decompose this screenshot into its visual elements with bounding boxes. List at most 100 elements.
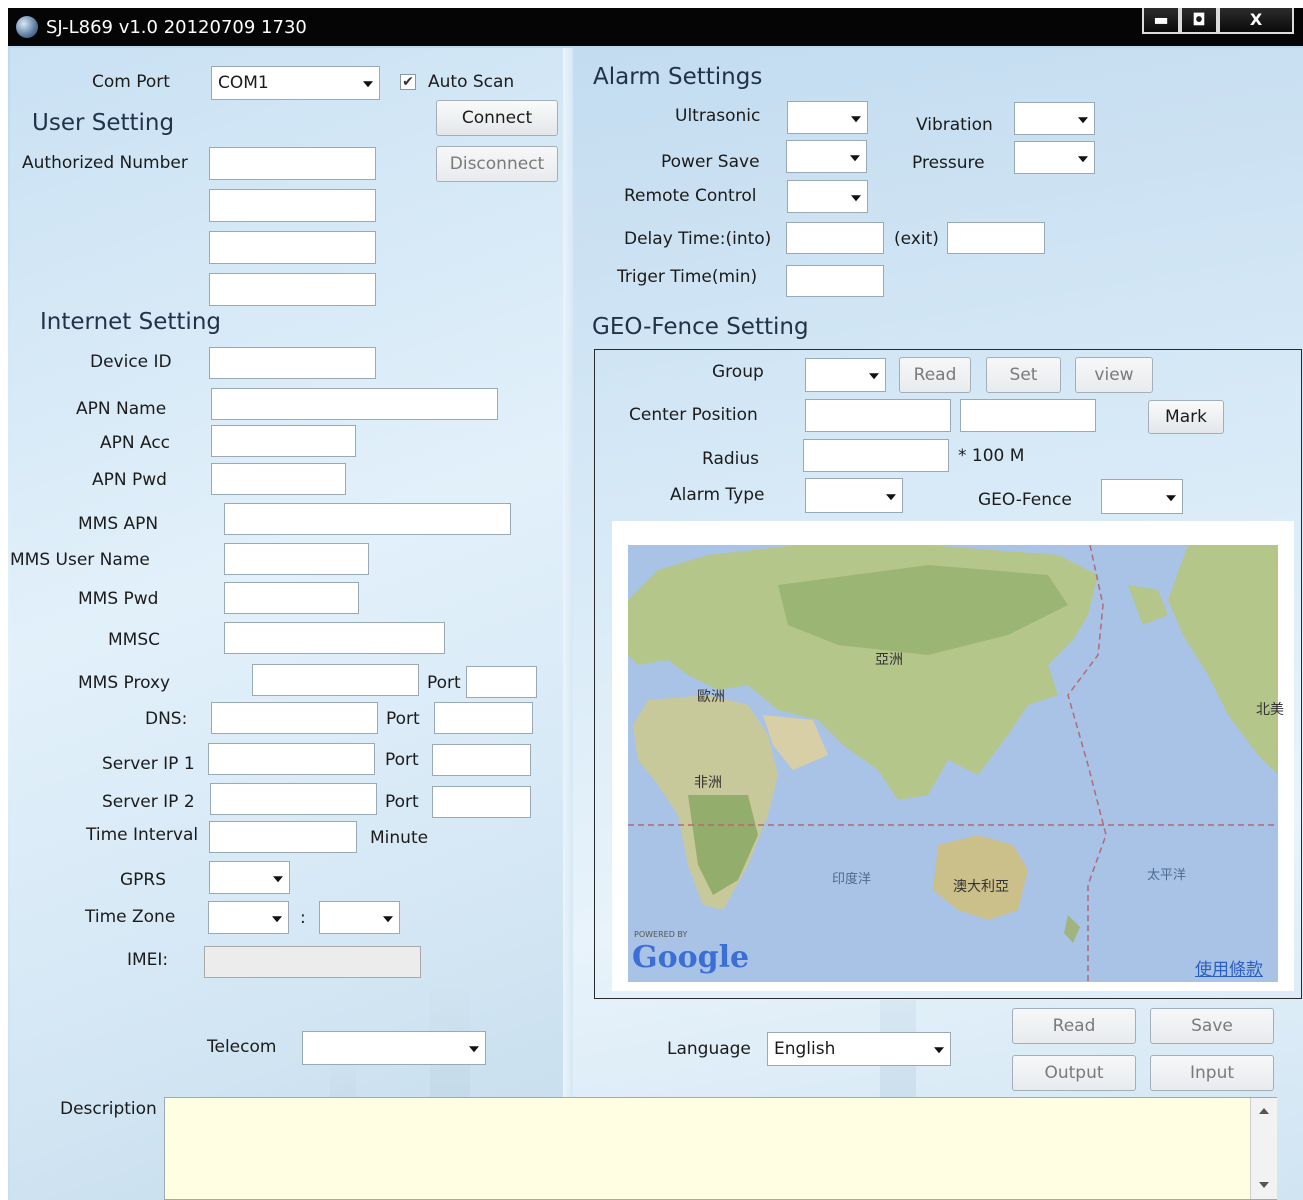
minimize-button[interactable]: ▬ xyxy=(1142,8,1180,34)
time-zone-hour-select[interactable] xyxy=(208,901,289,934)
chevron-down-icon xyxy=(869,373,879,380)
geo-fence-label: GEO-Fence xyxy=(978,490,1072,510)
chevron-down-icon xyxy=(469,1046,479,1053)
connect-button[interactable]: Connect xyxy=(436,100,558,136)
remote-control-label: Remote Control xyxy=(624,186,757,206)
scroll-down-icon[interactable] xyxy=(1259,1182,1269,1188)
com-port-select[interactable]: COM1 xyxy=(211,66,380,100)
chevron-down-icon xyxy=(851,194,861,201)
geo-fence-select[interactable] xyxy=(1101,479,1183,514)
authorized-number-label: Authorized Number xyxy=(22,153,188,173)
mmsc-field[interactable] xyxy=(224,622,445,654)
mark-button[interactable]: Mark xyxy=(1148,400,1224,434)
apn-acc-field[interactable] xyxy=(211,425,356,457)
dns-field[interactable] xyxy=(211,702,378,734)
maximize-button[interactable]: ◘ xyxy=(1180,8,1218,34)
server-ip-2-field[interactable] xyxy=(210,783,377,815)
mms-user-name-field[interactable] xyxy=(224,543,369,575)
save-button[interactable]: Save xyxy=(1150,1008,1274,1044)
read-button[interactable]: Read xyxy=(1012,1008,1136,1044)
vibration-select[interactable] xyxy=(1014,102,1095,135)
map-terms-link[interactable]: 使用條款 xyxy=(1195,955,1263,980)
language-label: Language xyxy=(667,1039,751,1059)
alarm-settings-heading: Alarm Settings xyxy=(593,64,763,90)
geo-set-button[interactable]: Set xyxy=(986,357,1061,393)
read-button-label: Read xyxy=(1052,1016,1096,1036)
alarm-type-label: Alarm Type xyxy=(670,485,765,505)
chevron-down-icon xyxy=(1078,155,1088,162)
map-label-europe: 歐洲 xyxy=(697,689,725,705)
mms-user-name-label: MMS User Name xyxy=(10,550,150,570)
center-position-lng-field[interactable] xyxy=(960,399,1096,432)
gprs-label: GPRS xyxy=(120,870,167,890)
apn-acc-label: APN Acc xyxy=(100,433,171,453)
time-interval-label: Time Interval xyxy=(86,825,199,845)
geo-view-button[interactable]: view xyxy=(1075,357,1153,393)
alarm-type-select[interactable] xyxy=(805,478,903,513)
time-zone-minute-select[interactable] xyxy=(319,901,400,934)
radius-field[interactable] xyxy=(803,439,949,472)
world-map[interactable]: POWERED BY Google xyxy=(628,545,1278,982)
geo-read-button[interactable]: Read xyxy=(899,357,971,393)
delay-time-into-field[interactable] xyxy=(786,222,884,254)
radius-unit-label: * 100 M xyxy=(958,446,1025,466)
apn-name-label: APN Name xyxy=(76,399,167,419)
description-textarea[interactable] xyxy=(164,1097,1277,1200)
apn-pwd-field[interactable] xyxy=(211,463,346,495)
scroll-up-icon[interactable] xyxy=(1259,1108,1269,1114)
pressure-select[interactable] xyxy=(1014,141,1095,174)
map-label-australia: 澳大利亞 xyxy=(953,879,1009,895)
server-ip-1-label: Server IP 1 xyxy=(102,754,195,774)
map-label-indian-ocean: 印度洋 xyxy=(832,872,872,887)
mms-apn-field[interactable] xyxy=(224,503,511,535)
map-label-africa: 非洲 xyxy=(694,775,722,791)
language-select[interactable]: English xyxy=(767,1032,951,1066)
triger-time-field[interactable] xyxy=(786,265,884,297)
chevron-down-icon xyxy=(363,81,373,88)
apn-name-field[interactable] xyxy=(211,388,498,420)
imei-field[interactable] xyxy=(204,946,421,978)
time-interval-field[interactable] xyxy=(209,821,357,853)
authorized-number-field-2[interactable] xyxy=(209,189,376,222)
mms-proxy-port-field[interactable] xyxy=(466,666,537,698)
map-label-asia: 亞洲 xyxy=(875,652,903,668)
output-button-label: Output xyxy=(1044,1063,1104,1083)
power-save-label: Power Save xyxy=(661,152,760,172)
server-ip-2-port-field[interactable] xyxy=(432,786,531,818)
mms-proxy-field[interactable] xyxy=(252,664,419,696)
dns-port-field[interactable] xyxy=(434,702,533,734)
center-position-lat-field[interactable] xyxy=(805,399,951,432)
input-button-label: Input xyxy=(1189,1063,1235,1083)
device-id-field[interactable] xyxy=(209,347,376,379)
geo-read-button-label: Read xyxy=(913,365,957,385)
close-button[interactable]: X xyxy=(1218,8,1294,34)
vibration-label: Vibration xyxy=(916,115,993,135)
gprs-select[interactable] xyxy=(209,861,290,894)
mms-pwd-label: MMS Pwd xyxy=(78,589,159,609)
disconnect-button[interactable]: Disconnect xyxy=(436,146,558,182)
save-button-label: Save xyxy=(1191,1016,1233,1036)
output-button[interactable]: Output xyxy=(1012,1055,1136,1091)
group-label: Group xyxy=(712,362,764,382)
remote-control-select[interactable] xyxy=(787,180,868,213)
description-scrollbar[interactable] xyxy=(1250,1098,1277,1199)
input-button[interactable]: Input xyxy=(1150,1055,1274,1091)
server-ip-1-port-field[interactable] xyxy=(432,744,531,776)
panel-divider xyxy=(563,48,573,1200)
time-zone-separator: : xyxy=(300,908,306,928)
server-ip-1-port-label: Port xyxy=(385,750,419,770)
delay-time-exit-field[interactable] xyxy=(947,222,1045,254)
telecom-select[interactable] xyxy=(302,1031,486,1065)
ultrasonic-select[interactable] xyxy=(787,101,868,134)
language-value: English xyxy=(774,1039,836,1059)
authorized-number-field-4[interactable] xyxy=(209,273,376,306)
app-icon xyxy=(16,16,38,38)
auto-scan-checkbox[interactable]: ✔ xyxy=(400,74,416,90)
authorized-number-field-1[interactable] xyxy=(209,147,376,180)
group-select[interactable] xyxy=(805,358,886,392)
mms-pwd-field[interactable] xyxy=(224,582,359,614)
server-ip-1-field[interactable] xyxy=(208,743,375,775)
power-save-select[interactable] xyxy=(786,140,867,173)
authorized-number-field-3[interactable] xyxy=(209,231,376,264)
dns-port-label: Port xyxy=(386,709,420,729)
